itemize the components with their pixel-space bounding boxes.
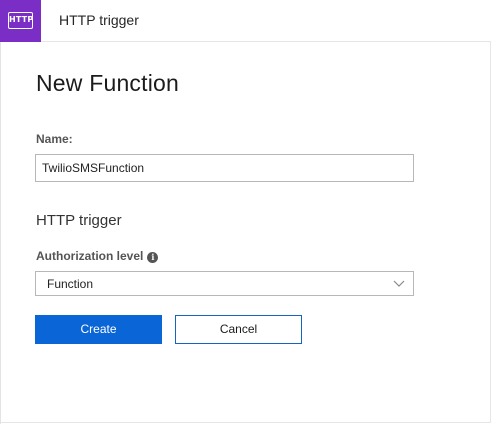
header-title: HTTP trigger bbox=[59, 12, 139, 28]
http-badge-icon: HTTP bbox=[8, 12, 33, 29]
authorization-level-value: Function bbox=[47, 277, 94, 291]
panel-header: HTTP HTTP trigger bbox=[0, 0, 491, 42]
page-title: New Function bbox=[36, 70, 180, 96]
left-divider bbox=[0, 42, 1, 424]
http-trigger-logo: HTTP bbox=[0, 0, 41, 42]
trigger-section-title: HTTP trigger bbox=[36, 212, 122, 229]
authorization-level-text: Authorization level bbox=[36, 249, 144, 263]
cancel-button[interactable]: Cancel bbox=[175, 315, 302, 344]
name-label: Name: bbox=[36, 132, 73, 146]
authorization-level-select[interactable]: Function bbox=[35, 271, 414, 296]
authorization-level-label: Authorization level i bbox=[36, 249, 159, 263]
chevron-down-icon bbox=[393, 280, 405, 287]
new-function-panel: HTTP HTTP trigger New Function Name: Twi… bbox=[0, 0, 491, 424]
function-name-input[interactable]: TwilioSMSFunction bbox=[35, 154, 414, 182]
create-button[interactable]: Create bbox=[35, 315, 162, 344]
info-icon[interactable]: i bbox=[147, 252, 159, 263]
